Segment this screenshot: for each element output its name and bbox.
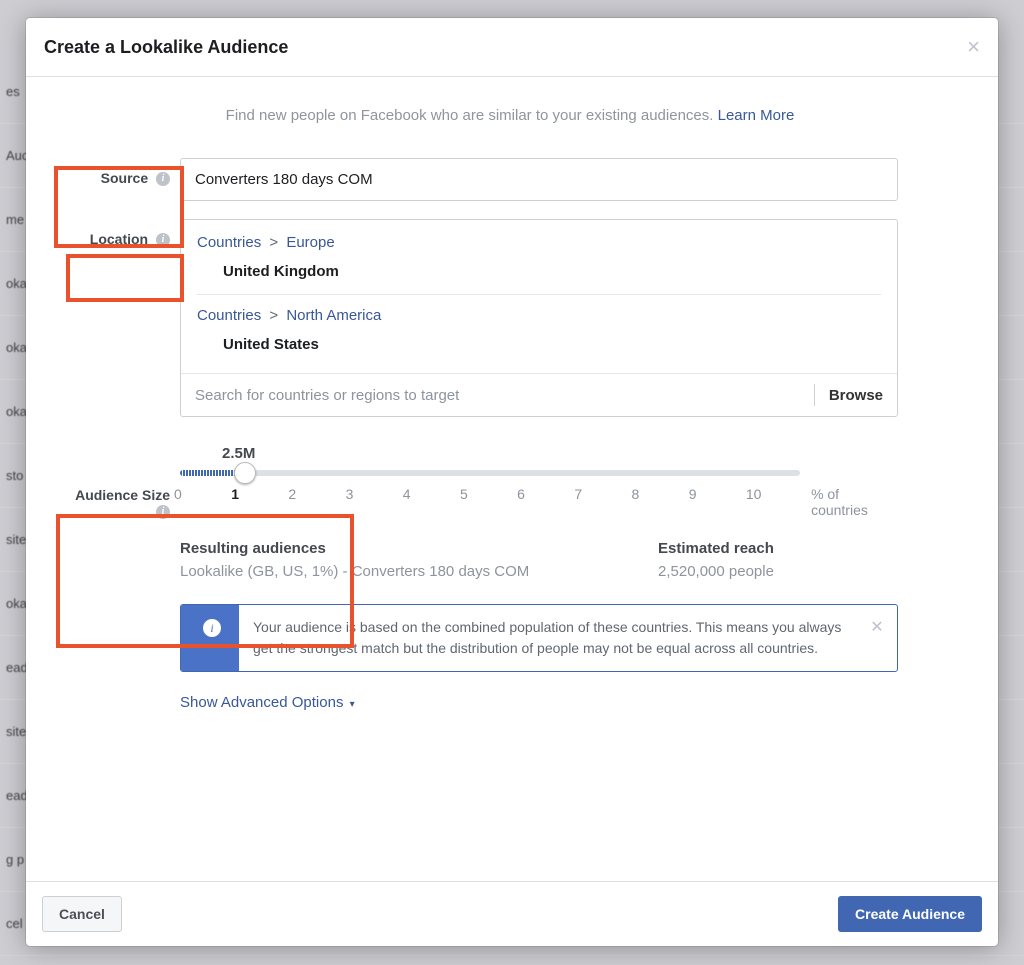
annotation-highlight-location — [66, 254, 184, 302]
caret-down-icon: ▾ — [350, 699, 355, 710]
location-search-row: Browse — [181, 373, 897, 416]
source-row: Source i — [62, 158, 898, 201]
estimated-reach-value: 2,520,000 people — [658, 563, 898, 580]
create-audience-button[interactable]: Create Audience — [838, 896, 982, 932]
learn-more-link[interactable]: Learn More — [718, 107, 795, 124]
location-search-input[interactable] — [195, 387, 800, 404]
pct-of-countries-label: % of countries — [811, 486, 898, 518]
location-breadcrumb[interactable]: Countries > North America — [197, 307, 881, 324]
create-lookalike-modal: Create a Lookalike Audience × Find new p… — [26, 18, 998, 946]
annotation-highlight-source — [54, 166, 184, 248]
location-country[interactable]: United Kingdom — [197, 259, 881, 294]
location-country[interactable]: United States — [197, 332, 881, 367]
intro-copy: Find new people on Facebook who are simi… — [226, 107, 718, 124]
modal-footer: Cancel Create Audience — [26, 881, 998, 946]
estimated-reach-head: Estimated reach — [658, 540, 898, 557]
close-icon[interactable]: ✕ — [857, 605, 897, 671]
close-icon[interactable]: × — [967, 34, 980, 60]
location-label: Location i — [62, 219, 180, 417]
browse-link[interactable]: Browse — [829, 387, 883, 404]
cancel-button[interactable]: Cancel — [42, 896, 122, 932]
source-input[interactable] — [180, 158, 898, 201]
modal-title: Create a Lookalike Audience — [44, 37, 288, 58]
slider-fill — [180, 470, 242, 476]
audience-size-slider[interactable] — [180, 470, 800, 476]
slider-thumb[interactable] — [234, 462, 256, 484]
audience-size-value: 2.5M — [222, 445, 898, 462]
location-breadcrumb[interactable]: Countries > Europe — [197, 234, 881, 251]
slider-ticks: 0 1 2 3 4 5 6 7 8 9 10 — [174, 486, 803, 502]
location-row: Location i Countries > Europe United Kin… — [62, 219, 898, 417]
annotation-highlight-audience-size — [56, 514, 354, 648]
show-advanced-options-link[interactable]: Show Advanced Options ▾ — [180, 694, 355, 711]
intro-text: Find new people on Facebook who are simi… — [122, 107, 898, 124]
modal-header: Create a Lookalike Audience × — [26, 18, 998, 77]
location-box: Countries > Europe United Kingdom Countr… — [180, 219, 898, 417]
